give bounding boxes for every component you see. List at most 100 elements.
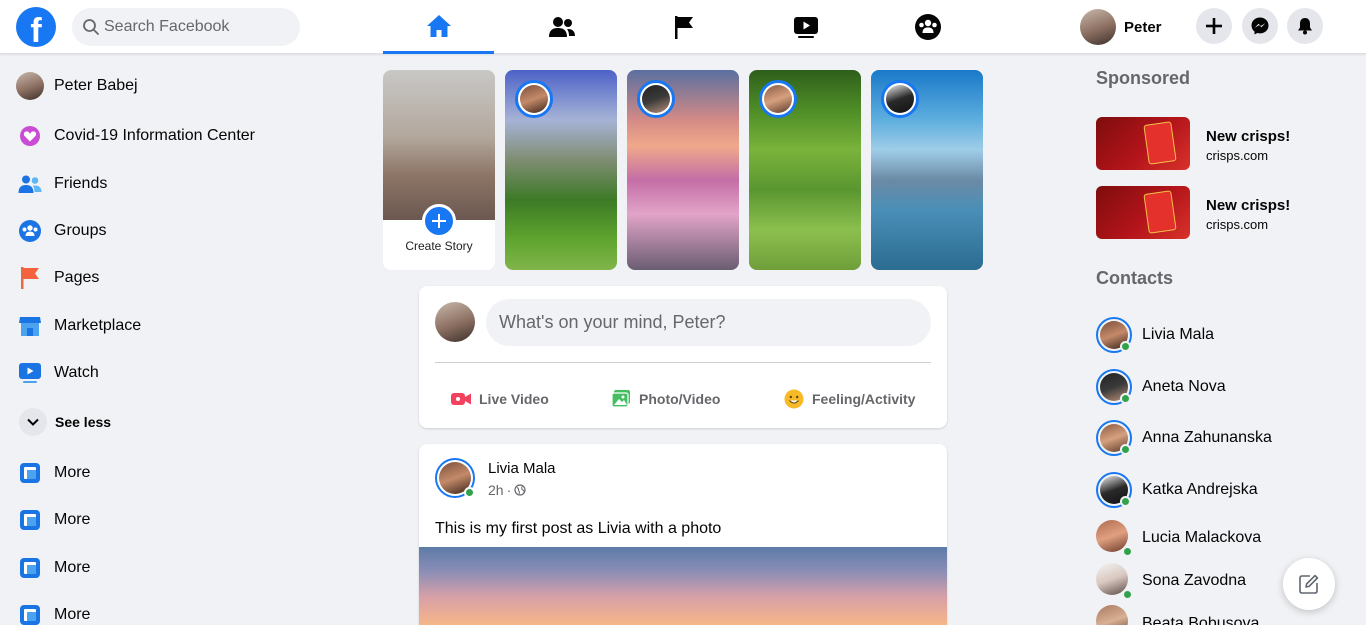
post-photo[interactable] <box>419 547 947 625</box>
contact-item[interactable]: Katka Andrejska <box>1096 470 1258 510</box>
contact-name: Lucia Malackova <box>1142 529 1262 546</box>
sidebar-item-friends[interactable]: Friends <box>16 166 107 202</box>
composer-divider <box>435 362 931 363</box>
contact-name: Beata Bobusova <box>1142 615 1260 625</box>
more-app-icon <box>16 459 44 487</box>
search-icon <box>83 19 99 35</box>
sidebar-item-more[interactable]: More <box>16 502 90 538</box>
contact-item[interactable]: Sona Zavodna <box>1096 561 1246 601</box>
story-card[interactable] <box>505 70 617 270</box>
tab-friends[interactable] <box>506 0 617 54</box>
groups-icon <box>16 217 44 245</box>
contact-item[interactable]: Lucia Malackova <box>1096 518 1261 558</box>
composer-input[interactable] <box>486 299 931 346</box>
story-avatar <box>764 85 792 113</box>
pages-flag-icon <box>674 16 693 39</box>
post-text: This is my first post as Livia with a ph… <box>435 520 722 537</box>
online-status-dot <box>1120 444 1131 455</box>
messenger-button[interactable] <box>1242 8 1278 44</box>
chevron-up-icon <box>19 408 47 436</box>
post-composer: Live Video Photo/Video Feeling/Activity <box>419 286 947 428</box>
contact-name: Anna Zahunanska <box>1142 429 1272 446</box>
create-story-label: Create Story <box>405 239 473 253</box>
create-button[interactable] <box>1196 8 1232 44</box>
sidebar-item-label: Marketplace <box>54 317 142 334</box>
sponsored-heading: Sponsored <box>1096 68 1191 88</box>
sidebar-item-profile[interactable]: Peter Babej <box>16 68 138 104</box>
sidebar-item-more[interactable]: More <box>16 455 90 491</box>
contact-item[interactable]: Anna Zahunanska <box>1096 418 1272 458</box>
contact-item[interactable]: Aneta Nova <box>1096 367 1226 407</box>
ad-title: New crisps! <box>1206 128 1291 145</box>
post-author-avatar[interactable] <box>435 458 475 498</box>
post-timestamp[interactable]: 2h <box>488 482 504 498</box>
marketplace-store-icon <box>16 312 44 340</box>
ad-domain: crisps.com <box>1206 148 1269 163</box>
profile-chip[interactable]: Peter <box>1080 9 1162 45</box>
story-card[interactable] <box>871 70 983 270</box>
watch-icon <box>793 17 818 38</box>
tab-watch[interactable] <box>750 0 861 54</box>
sidebar-item-label: Peter Babej <box>54 77 138 94</box>
sidebar-item-pages[interactable]: Pages <box>16 260 99 296</box>
online-status-dot <box>1122 546 1133 557</box>
composer-avatar[interactable] <box>435 302 475 342</box>
tab-pages[interactable] <box>628 0 739 54</box>
see-less-button[interactable]: See less <box>19 404 111 440</box>
notifications-button[interactable] <box>1287 8 1323 44</box>
pages-flag-icon <box>16 264 44 292</box>
covid-heart-icon <box>16 122 44 150</box>
sidebar-item-label: More <box>54 511 91 528</box>
feeling-smiley-icon <box>784 389 804 409</box>
live-video-button[interactable]: Live Video <box>451 384 549 414</box>
facebook-logo[interactable]: f <box>16 7 56 47</box>
sidebar-item-covid[interactable]: Covid-19 Information Center <box>16 118 255 154</box>
tab-groups[interactable] <box>872 0 983 54</box>
sidebar-item-more[interactable]: More <box>16 550 90 586</box>
more-app-icon <box>16 601 44 625</box>
sidebar-item-marketplace[interactable]: Marketplace <box>16 308 141 344</box>
search-box[interactable] <box>72 8 300 46</box>
story-avatar-ring <box>759 80 797 118</box>
contact-avatar <box>1096 605 1132 625</box>
create-story-card[interactable]: Create Story <box>383 70 495 270</box>
sidebar-item-label: Friends <box>54 175 108 192</box>
story-card[interactable] <box>749 70 861 270</box>
feeling-activity-button[interactable]: Feeling/Activity <box>784 384 915 414</box>
online-status-dot <box>464 487 475 498</box>
story-avatar <box>886 85 914 113</box>
story-avatar <box>642 85 670 113</box>
watch-icon <box>16 359 44 387</box>
story-avatar-ring <box>515 80 553 118</box>
profile-avatar <box>16 72 44 100</box>
contact-name: Livia Mala <box>1142 326 1215 343</box>
search-input[interactable] <box>104 8 294 46</box>
sponsored-ad[interactable]: New crisps! crisps.com <box>1096 117 1346 171</box>
add-story-plus-icon[interactable] <box>422 204 456 238</box>
friends-icon <box>16 170 44 198</box>
more-app-icon <box>16 506 44 534</box>
crisps-bag-image <box>1143 121 1177 165</box>
photo-video-icon <box>611 389 631 409</box>
sidebar-item-groups[interactable]: Groups <box>16 213 106 249</box>
post-author-name[interactable]: Livia Mala <box>488 460 556 477</box>
story-avatar <box>520 85 548 113</box>
new-message-button[interactable] <box>1283 558 1335 610</box>
messenger-icon <box>1251 17 1269 35</box>
photo-video-button[interactable]: Photo/Video <box>611 384 720 414</box>
contact-item[interactable]: Beata Bobusova <box>1096 605 1259 625</box>
top-navigation-bar: f Peter <box>0 0 1366 54</box>
story-card[interactable] <box>627 70 739 270</box>
ad-image <box>1096 117 1190 170</box>
online-status-dot <box>1122 589 1133 600</box>
contact-avatar <box>1096 420 1132 456</box>
sidebar-item-watch[interactable]: Watch <box>16 355 99 391</box>
contact-item[interactable]: Livia Mala <box>1096 315 1214 355</box>
notifications-bell-icon <box>1298 18 1312 35</box>
sidebar-item-more[interactable]: More <box>16 597 90 625</box>
globe-public-icon <box>514 484 526 496</box>
sidebar-item-label: Groups <box>54 222 107 239</box>
tab-home[interactable] <box>383 0 494 54</box>
groups-icon <box>914 14 941 40</box>
sponsored-ad[interactable]: New crisps! crisps.com <box>1096 186 1346 240</box>
